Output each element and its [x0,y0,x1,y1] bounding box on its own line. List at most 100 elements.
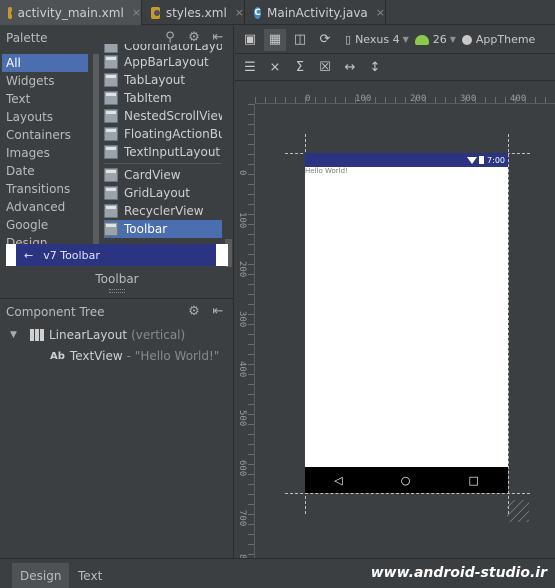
ruler-label: 100 [237,212,247,229]
category-google[interactable]: Google [2,216,88,234]
watermark: www.android-studio.ir [370,565,547,581]
device-preview[interactable]: 7:00 Hello World! ◁ ○ □ [305,153,508,493]
nestedscrollview-icon [104,109,118,123]
components-scrollbar[interactable] [224,44,233,269]
device-label: Nexus 4 [355,33,400,46]
back-nav-icon: ◁ [334,473,343,487]
cardview-icon [104,168,118,182]
design-view-icon[interactable]: ▣ [239,29,261,51]
ruler-label: 200 [410,94,427,104]
menu-icon[interactable]: ☰ [239,57,261,79]
expand-horizontal-icon[interactable]: ↔ [339,57,361,79]
component-floatingactionbutton[interactable]: FloatingActionBut [104,125,222,143]
tree-node-textview[interactable]: Ab TextView - "Hello World!" [50,347,219,365]
category-all[interactable]: All [2,54,88,72]
category-layouts[interactable]: Layouts [2,108,88,126]
preview-widget-label: v7 Toolbar [43,248,100,262]
resize-handle-icon[interactable] [507,500,529,522]
component-cardview[interactable]: CardView [104,166,222,184]
component-tabitem[interactable]: TabItem [104,89,222,107]
theme-label: AppTheme [475,33,536,46]
recyclerview-icon [104,204,118,218]
component-preview: ← v7 Toolbar [6,244,228,266]
editor-tab-bar: activity_main.xml × styles.xml × C MainA… [0,0,555,25]
guide-line [285,493,530,494]
back-arrow-icon: ← [24,248,34,262]
tab-label: MainActivity.java [267,5,368,20]
tab-text[interactable]: Text [70,563,110,588]
ruler-label: 0 [237,170,247,176]
component-coordinatorlayout[interactable]: CoordinatorLayout [104,44,222,53]
tabitem-icon [104,91,118,105]
palette-title: Palette [6,31,48,45]
component-divider [104,163,222,164]
ruler-label: 400 [237,361,247,378]
api-selector[interactable]: 26 ▼ [414,33,456,46]
category-design[interactable]: Design [2,234,88,244]
component-appbarlayout[interactable]: AppBarLayout [104,53,222,71]
design-canvas[interactable]: 0 100 200 300 400 0 100 200 300 400 500 … [235,82,555,558]
component-nestedscrollview[interactable]: NestedScrollView [104,107,222,125]
component-label: RecyclerView [124,204,204,218]
category-advanced[interactable]: Advanced [2,198,88,216]
gridlayout-icon [104,186,118,200]
android-icon [414,34,429,45]
ruler-label: 500 [237,410,247,427]
category-transitions[interactable]: Transitions [2,180,88,198]
scrollbar-thumb[interactable] [93,54,99,244]
clear-constraints-icon[interactable]: ⨯ [264,57,286,79]
component-label: CoordinatorLayout [124,44,222,53]
hide-panel-icon[interactable]: ⇤ [210,304,226,320]
tab-styles-xml[interactable]: styles.xml × [143,0,245,25]
coordinatorlayout-icon [104,44,118,53]
component-toolbar[interactable]: Toolbar [104,220,222,238]
textview-ab-icon: Ab [50,350,65,362]
palette-panel: Palette ⚲ ⚙ ⇤ All Widgets Text Layouts C… [0,26,234,558]
ruler-label: 300 [237,311,247,328]
expand-vertical-icon[interactable]: ↕ [364,57,386,79]
toolbar-preview: ← v7 Toolbar [16,244,216,266]
orientation-icon[interactable]: ⟳ [314,29,336,51]
component-tablayout[interactable]: TabLayout [104,71,222,89]
tab-activity-main-xml[interactable]: activity_main.xml × [0,0,142,25]
blueprint-view-icon[interactable]: ▦ [264,28,286,51]
close-icon[interactable]: × [376,6,385,19]
categories-scrollbar[interactable] [92,54,100,244]
left-ruler: 0 100 200 300 400 500 600 700 800 [235,104,255,558]
device-status-bar: 7:00 [305,153,508,167]
category-containers[interactable]: Containers [2,126,88,144]
home-nav-icon: ○ [400,473,411,487]
category-widgets[interactable]: Widgets [2,72,88,90]
component-tree-header: Component Tree ⚙ ⇤ [0,298,234,324]
node-name: LinearLayout [49,328,128,342]
theme-selector[interactable]: AppTheme [461,33,536,46]
category-date[interactable]: Date [2,162,88,180]
tab-design[interactable]: Design [12,563,70,588]
delete-constraints-icon[interactable]: ☒ [314,57,336,79]
category-images[interactable]: Images [2,144,88,162]
infer-constraints-icon[interactable]: Σ [289,57,311,79]
expand-arrow-icon[interactable]: ▼ [10,330,20,340]
close-icon[interactable]: × [235,6,244,19]
battery-icon [479,156,485,164]
component-recyclerview[interactable]: RecyclerView [104,202,222,220]
component-gridlayout[interactable]: GridLayout [104,184,222,202]
component-textinputlayout[interactable]: TextInputLayout [104,143,222,161]
chevron-down-icon: ▼ [449,35,456,44]
palette-components: CoordinatorLayout AppBarLayout TabLayout… [104,44,222,269]
device-selector[interactable]: ▯ Nexus 4 ▼ [345,33,409,46]
hello-world-textview[interactable]: Hello World! [305,167,348,175]
component-label: AppBarLayout [124,55,209,69]
design-blueprint-icon[interactable]: ◫ [289,29,311,51]
splitter-grip[interactable] [109,289,125,293]
chevron-down-icon: ▼ [402,35,409,44]
device-nav-bar: ◁ ○ □ [305,467,508,493]
linearlayout-icon [30,329,44,341]
tree-node-linearlayout[interactable]: ▼ LinearLayout (vertical) [10,326,185,344]
api-label: 26 [432,33,447,46]
settings-gear-icon[interactable]: ⚙ [186,304,202,320]
close-icon[interactable]: × [132,6,141,19]
category-text[interactable]: Text [2,90,88,108]
ruler-label: 400 [510,94,527,104]
tab-mainactivity-java[interactable]: C MainActivity.java × [246,0,386,25]
